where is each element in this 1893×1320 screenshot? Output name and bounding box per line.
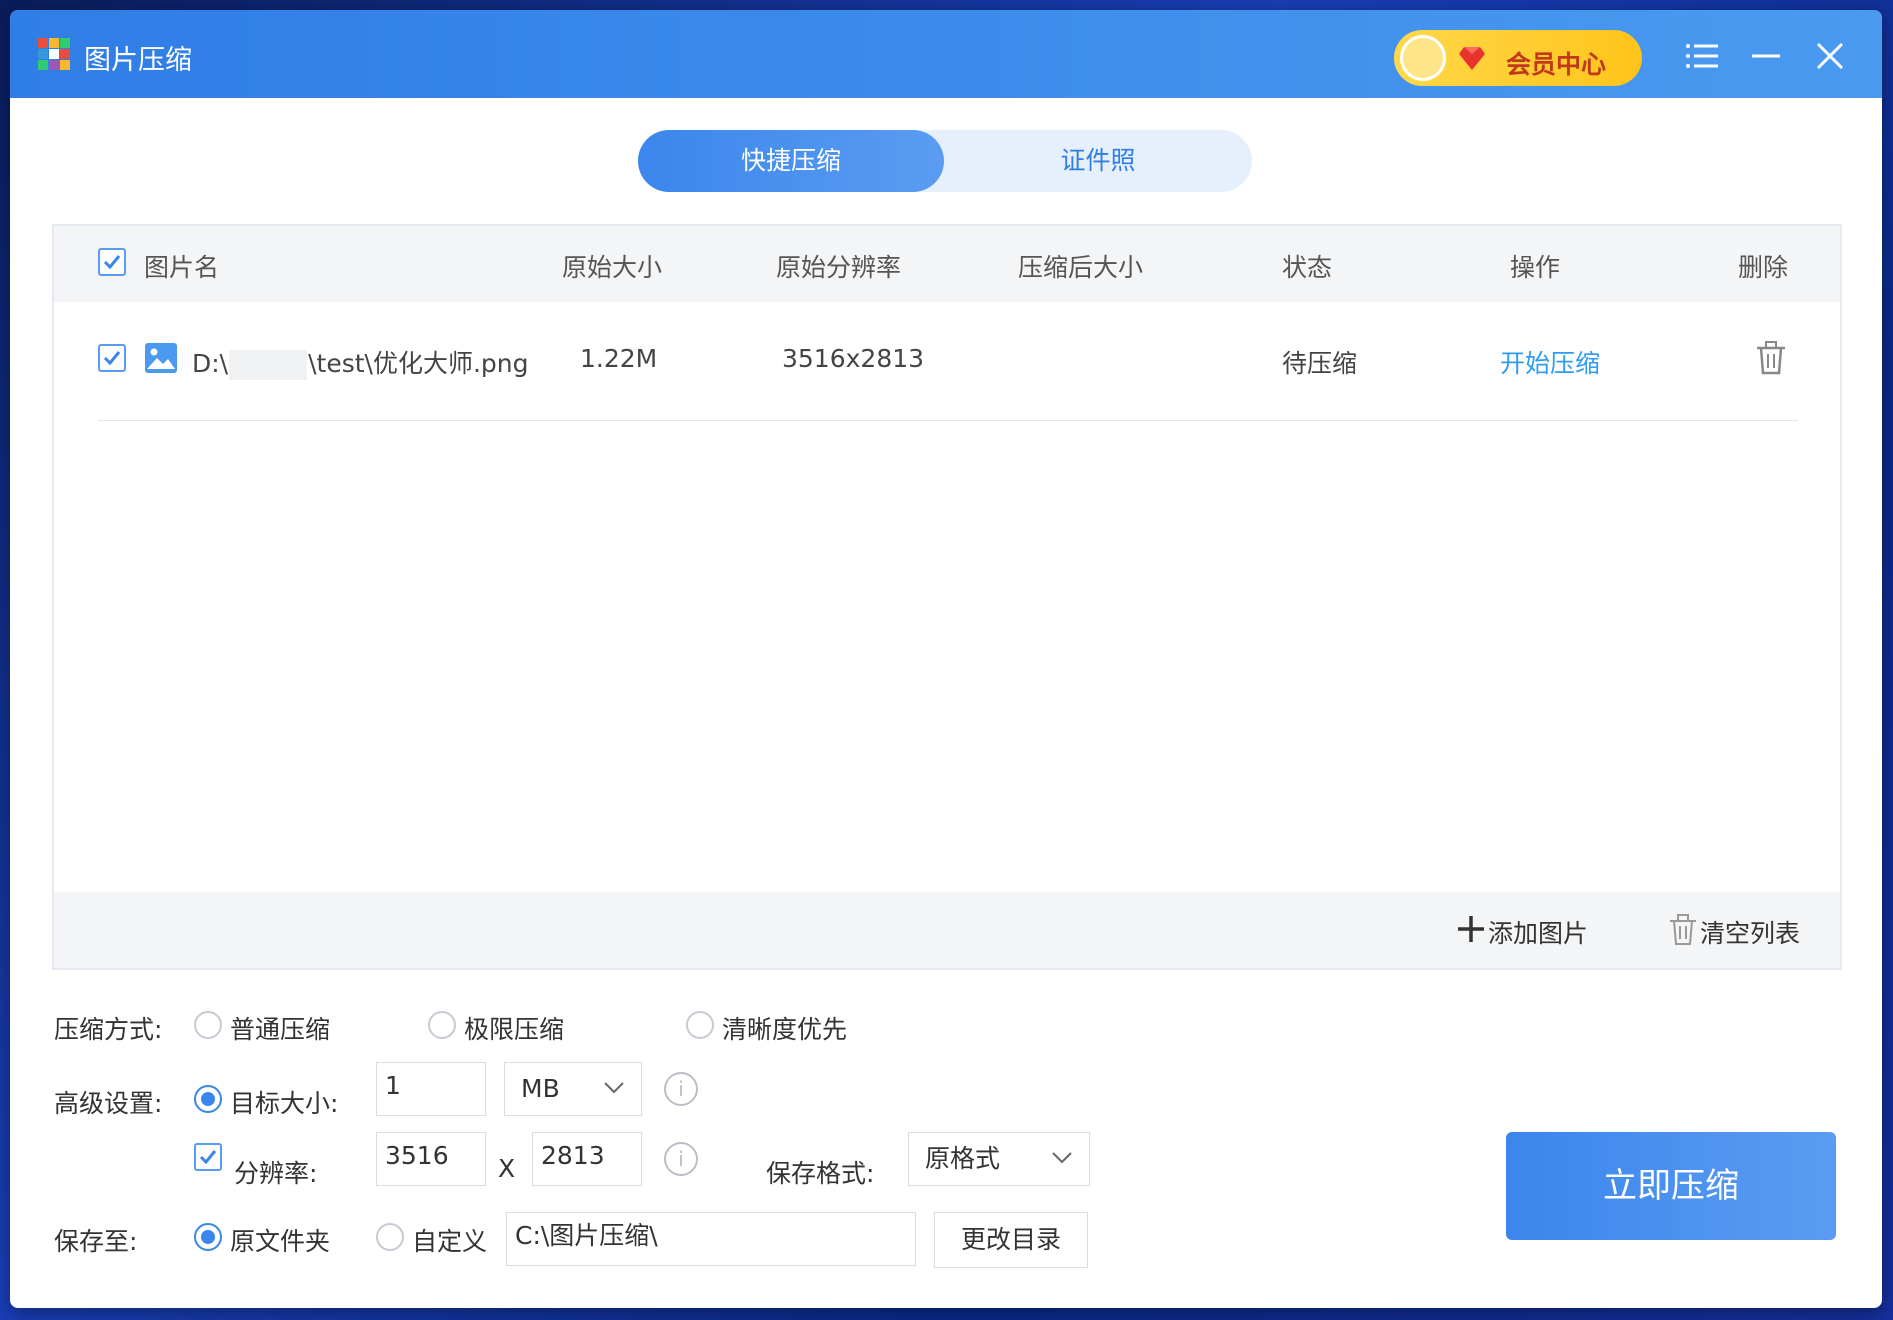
app-title: 图片压缩	[84, 45, 192, 76]
advanced-settings-label: 高级设置:	[54, 1089, 163, 1118]
mode-clarity-radio[interactable]	[686, 1011, 714, 1039]
mode-extreme-label[interactable]: 极限压缩	[464, 1010, 564, 1046]
change-directory-button[interactable]: 更改目录	[934, 1212, 1088, 1268]
resolution-x-label: X	[498, 1154, 516, 1183]
header-status: 状态	[1282, 253, 1333, 282]
mode-clarity-label[interactable]: 清晰度优先	[722, 1010, 847, 1046]
target-size-input[interactable]: 1	[376, 1062, 486, 1116]
target-size-radio[interactable]	[194, 1085, 222, 1113]
redacted-path	[229, 350, 308, 380]
vip-center-button[interactable]: 会员中心	[1394, 30, 1642, 86]
row-divider	[98, 420, 1798, 421]
header-original-size: 原始大小	[562, 253, 663, 282]
header-name: 图片名	[144, 253, 220, 282]
menu-icon[interactable]	[1684, 40, 1720, 72]
close-icon[interactable]	[1812, 40, 1848, 72]
header-delete: 删除	[1738, 253, 1789, 282]
save-original-label[interactable]: 原文件夹	[230, 1222, 330, 1258]
select-all-checkbox[interactable]	[98, 248, 126, 276]
save-to-label: 保存至:	[54, 1227, 138, 1256]
resolution-width-input[interactable]: 3516	[376, 1132, 486, 1186]
diamond-icon	[1459, 47, 1485, 70]
titlebar: 图片压缩 会员中心	[10, 10, 1882, 98]
trash-icon[interactable]	[1754, 340, 1788, 376]
table-row: D:\ \test\优化大师.png 1.22M 3516x2813 待压缩 开始…	[54, 302, 1840, 420]
target-unit-select[interactable]: MB	[504, 1062, 642, 1116]
minimize-icon[interactable]	[1748, 40, 1784, 72]
resolution-height-input[interactable]: 2813	[532, 1132, 642, 1186]
image-file-icon	[145, 343, 177, 373]
info-icon[interactable]: i	[664, 1142, 698, 1176]
row-checkbox[interactable]	[98, 344, 126, 372]
clear-list-label: 清空列表	[1700, 919, 1801, 948]
file-size: 1.22M	[580, 344, 658, 373]
status-text: 待压缩	[1282, 349, 1358, 378]
save-path-input[interactable]: C:\图片压缩\	[506, 1212, 916, 1266]
tab-id-photo[interactable]: 证件照	[944, 130, 1252, 192]
add-image-label: 添加图片	[1488, 919, 1589, 948]
header-original-resolution: 原始分辨率	[776, 253, 902, 282]
save-custom-label[interactable]: 自定义	[412, 1222, 487, 1258]
mode-normal-radio[interactable]	[194, 1011, 222, 1039]
tab-quick-compress[interactable]: 快捷压缩	[638, 130, 944, 192]
app-logo-icon	[38, 38, 70, 70]
info-icon[interactable]: i	[664, 1072, 698, 1106]
table-footer: 添加图片 清空列表	[54, 892, 1840, 968]
save-format-label: 保存格式:	[766, 1159, 875, 1188]
mode-extreme-radio[interactable]	[428, 1011, 456, 1039]
header-action: 操作	[1510, 253, 1561, 282]
file-resolution: 3516x2813	[782, 344, 925, 373]
plus-icon	[1458, 916, 1484, 942]
save-format-select[interactable]: 原格式	[908, 1132, 1090, 1186]
mode-normal-label[interactable]: 普通压缩	[230, 1010, 330, 1046]
start-compress-link[interactable]: 开始压缩	[1500, 344, 1600, 380]
target-size-label: 目标大小:	[230, 1089, 339, 1118]
vip-avatar-icon	[1400, 35, 1446, 81]
save-custom-radio[interactable]	[376, 1223, 404, 1251]
table-header: 图片名 原始大小 原始分辨率 压缩后大小 状态 操作 删除	[54, 226, 1840, 302]
compress-mode-label: 压缩方式:	[54, 1015, 163, 1044]
file-table: 图片名 原始大小 原始分辨率 压缩后大小 状态 操作 删除 D:\ \test\优…	[52, 224, 1842, 970]
compress-now-button[interactable]: 立即压缩	[1506, 1132, 1836, 1240]
vip-center-label: 会员中心	[1506, 50, 1607, 79]
chevron-down-icon	[604, 1082, 624, 1094]
trash-icon	[1670, 914, 1696, 945]
mode-tabs: 快捷压缩 证件照	[638, 130, 1252, 192]
file-name: D:\ \test\优化大师.png	[192, 349, 529, 380]
resolution-label: 分辨率:	[234, 1159, 318, 1188]
resolution-checkbox[interactable]	[194, 1143, 222, 1171]
app-window: 图片压缩 会员中心 快捷压缩 证件照 图片名 原始大小 原始分辨率 压缩后大小 …	[10, 10, 1882, 1308]
header-compressed-size: 压缩后大小	[1018, 253, 1144, 282]
save-original-radio[interactable]	[194, 1223, 222, 1251]
chevron-down-icon	[1052, 1152, 1072, 1164]
